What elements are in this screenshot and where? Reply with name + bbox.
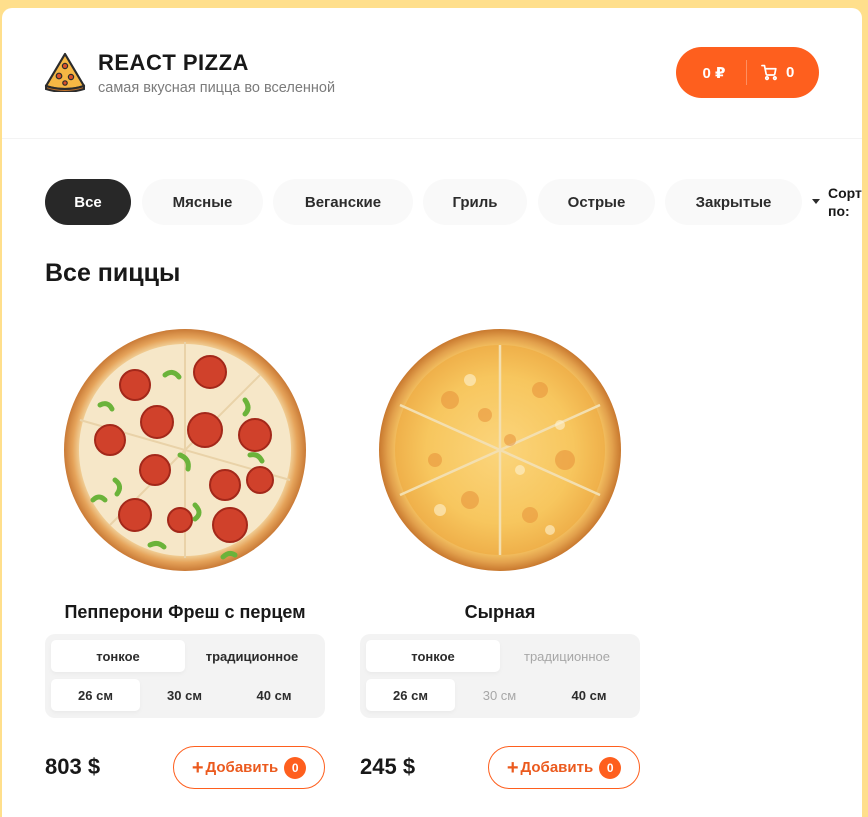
add-to-cart-button[interactable]: + Добавить 0 (488, 746, 640, 789)
cart-count-group: 0 (747, 64, 794, 81)
pizza-title: Сырная (464, 602, 536, 622)
size-option-40[interactable]: 40 см (229, 679, 319, 711)
size-row: 26 см 30 см 40 см (366, 679, 634, 711)
category-meat[interactable]: Мясные (142, 179, 263, 225)
pizza-price: 803 $ (45, 754, 101, 779)
app-wrapper: REACT PIZZA самая вкусная пицца во вселе… (2, 8, 862, 817)
category-vegan[interactable]: Веганские (273, 179, 413, 225)
add-count-badge: 0 (599, 756, 622, 779)
pizza-title: Пепперони Фреш с перцем (64, 602, 306, 622)
add-to-cart-button[interactable]: + Добавить 0 (173, 746, 325, 789)
add-button-label: Добавить (520, 759, 594, 776)
logo-title[interactable]: REACT PIZZA (98, 50, 249, 76)
size-option-30: 30 см (482, 687, 517, 703)
pizza-options-selector: тонкое традиционное 26 см 30 см 40 см (45, 634, 325, 718)
size-option-26[interactable]: 26 см (51, 679, 140, 711)
size-row: 26 см 30 см 40 см (51, 679, 319, 711)
pizza-image-pepperoni (64, 329, 306, 571)
cart-total-price: 0 ₽ (702, 64, 726, 82)
type-option-traditional[interactable]: традиционное (185, 640, 319, 672)
category-spicy[interactable]: Острые (538, 179, 655, 225)
category-all[interactable]: Все (45, 179, 131, 225)
size-option-40[interactable]: 40 см (544, 679, 634, 711)
pizza-price: 245 $ (360, 754, 416, 779)
size-option-26[interactable]: 26 см (366, 679, 455, 711)
cart-count: 0 (786, 64, 795, 81)
type-option-thin[interactable]: тонкое (366, 640, 500, 672)
cart-icon (761, 64, 777, 81)
plus-icon: + (191, 756, 204, 779)
sort-arrow-icon[interactable] (812, 199, 820, 204)
add-button-label: Добавить (205, 759, 279, 776)
category-grill[interactable]: Гриль (423, 179, 527, 225)
dough-type-row: тонкое традиционное (366, 640, 634, 672)
add-count-badge: 0 (284, 756, 307, 779)
cart-button[interactable]: 0 ₽ 0 (676, 47, 819, 98)
sort-control[interactable]: Сортировка по: (812, 184, 862, 220)
type-option-traditional: традиционное (523, 648, 611, 664)
size-option-30[interactable]: 30 см (140, 679, 229, 711)
logo-subtitle: самая вкусная пицца во вселенной (98, 80, 336, 96)
pizza-logo-icon[interactable] (44, 52, 86, 92)
type-option-thin[interactable]: тонкое (51, 640, 185, 672)
pizza-options-selector: тонкое традиционное 26 см 30 см 40 см (360, 634, 640, 718)
pizza-image-cheese (379, 329, 621, 571)
content-title: Все пиццы (45, 259, 181, 287)
header: REACT PIZZA самая вкусная пицца во вселе… (2, 8, 862, 139)
category-closed[interactable]: Закрытые (665, 179, 802, 225)
sort-label[interactable]: Сортировка по: (828, 184, 862, 220)
dough-type-row: тонкое традиционное (51, 640, 319, 672)
plus-icon: + (506, 756, 519, 779)
